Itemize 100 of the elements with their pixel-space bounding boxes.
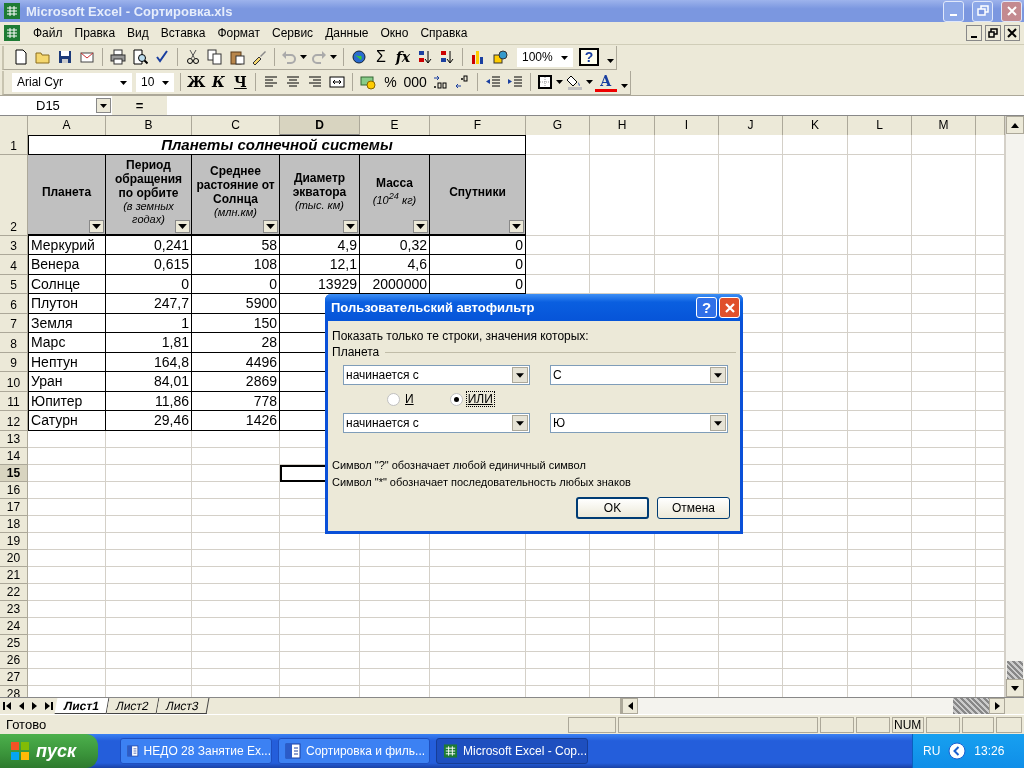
row-header[interactable]: 8 [0,333,28,353]
window-title: Microsoft Excel - Сортировка.xls [26,3,233,19]
menu-item[interactable]: Окно [375,24,414,42]
operator-dropdown[interactable]: начинается с [343,365,530,385]
function-button[interactable]: fx [392,46,414,68]
thousands-button[interactable]: 000 [401,71,429,93]
percent-button[interactable]: % [379,71,402,93]
table-cell: 778 [192,391,280,411]
table-cell: 0,615 [106,255,192,275]
table-cell: Плутон [28,294,106,314]
unit-text: (млн.км) [214,206,257,219]
table-cell: 2869 [192,372,280,392]
header-text: Период обращения по орбите [113,157,184,200]
table-cell: Меркурий [28,235,106,255]
radio-button[interactable]: И [387,391,416,407]
column-header[interactable]: F [430,116,526,135]
row-header[interactable]: 2 [0,154,28,236]
menu-item[interactable]: Сервис [267,24,319,42]
menu-item[interactable]: Данные [320,24,374,42]
sheet-tab[interactable]: Лист2 [106,698,160,714]
menu-item[interactable]: Вставка [155,24,211,42]
column-header[interactable]: G [526,116,590,135]
header-text: Масса [376,176,413,191]
help-button[interactable]: ? [579,48,599,66]
column-header[interactable]: D [280,116,360,135]
italic-button[interactable]: К [207,71,230,93]
name-box[interactable]: D15 [0,96,112,115]
row-header[interactable]: 5 [0,274,28,294]
menu-item[interactable]: Правка [69,24,121,42]
dialog-button[interactable]: OK [576,497,649,519]
table-cell: Уран [28,372,106,392]
table-cell: Земля [28,313,106,333]
table-cell: 11,86 [106,391,192,411]
sheet-tab[interactable]: Лист3 [156,698,209,714]
table-cell: 5900 [192,294,280,314]
font-field[interactable]: Arial Cyr [12,72,132,92]
bold-button[interactable]: Ж [185,71,208,93]
menu-item[interactable]: Формат [212,24,266,42]
menu-item[interactable]: Справка [415,24,473,42]
table-cell: 1 [106,313,192,333]
font-size-field[interactable]: 10 [136,72,174,92]
row-header[interactable]: 11 [0,391,28,411]
hint-text: Символ "*" обозначает последовательность любых знаков [332,475,632,490]
table-cell: 12,1 [280,255,360,275]
table-cell: Сатурн [28,411,106,431]
sheet-tab[interactable]: Лист1 [54,698,110,714]
column-header[interactable]: J [719,116,783,135]
table-cell: 247,7 [106,294,192,314]
clock: 13:26 [974,744,1005,758]
column-header[interactable]: I [655,116,719,135]
table-cell: Солнце [28,274,106,294]
group-label: Планета [332,345,380,359]
taskbar-button[interactable]: НЕДО 28 Занятие Ex... [120,738,272,764]
table-cell: 0 [430,235,526,255]
row-header[interactable]: 3 [0,235,28,255]
start-button[interactable]: пуск [0,734,98,768]
dialog-button[interactable]: Отмена [657,497,730,519]
zoom-field[interactable]: 100% [517,47,573,67]
value-dropdown[interactable]: Ю [550,413,728,433]
column-header[interactable]: K [783,116,848,135]
menu-item[interactable]: Файл [28,24,68,42]
row-header[interactable]: 7 [0,313,28,333]
row-header[interactable]: 12 [0,411,28,431]
header-text: Среднее растояние от Солнца [195,164,276,206]
column-header[interactable]: C [192,116,280,135]
table-cell: Марс [28,333,106,353]
table-cell: Венера [28,255,106,275]
taskbar-button[interactable]: Microsoft Excel - Сор... [436,738,588,764]
table-cell: 29,46 [106,411,192,431]
table-cell: 0,241 [106,235,192,255]
row-header[interactable]: 10 [0,372,28,392]
column-header[interactable]: L [848,116,912,135]
operator-dropdown[interactable]: начинается с [343,413,530,433]
help-button[interactable]: ? [696,297,717,318]
table-cell: 4,9 [280,235,360,255]
table-cell: 150 [192,313,280,333]
column-header[interactable]: H [590,116,655,135]
row-header[interactable]: 9 [0,352,28,372]
column-header[interactable]: A [28,116,106,135]
row-header[interactable]: 1 [0,135,28,155]
formula-equals-button[interactable]: = [112,98,167,113]
table-cell: 108 [192,255,280,275]
underline-button[interactable]: Ч [229,71,252,93]
font-color-button[interactable]: A [594,72,617,92]
header-text: Диаметр экватора [291,171,348,199]
column-header[interactable]: B [106,116,192,135]
column-header[interactable]: E [360,116,430,135]
menu-item[interactable]: Вид [122,24,154,42]
row-header[interactable]: 6 [0,294,28,314]
value-dropdown[interactable]: С [550,365,728,385]
taskbar-button[interactable]: Сортировка и филь... [278,738,430,764]
table-cell: 58 [192,235,280,255]
table-cell: 1426 [192,411,280,431]
sum-button[interactable]: Σ [370,46,392,68]
table-cell: 0 [192,274,280,294]
table-cell: 84,01 [106,372,192,392]
table-cell: 4496 [192,352,280,372]
hint-text: Символ "?" обозначает любой единичный символ [332,458,587,473]
column-header[interactable]: M [912,116,976,135]
row-header[interactable]: 4 [0,255,28,275]
